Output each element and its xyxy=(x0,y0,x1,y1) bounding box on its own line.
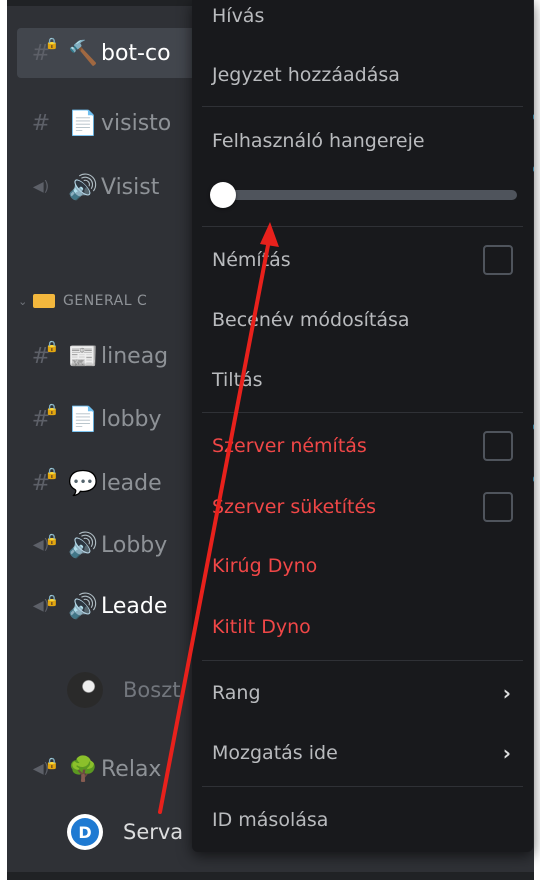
speech-bubble-icon: 💬 xyxy=(68,469,98,497)
lock-icon: 🔒 xyxy=(45,533,59,546)
voice-channel-icon: ◀) 🔒 xyxy=(32,533,59,553)
menu-item-label: Mozgatás ide xyxy=(212,742,338,764)
chevron-down-icon: ⌄ xyxy=(18,294,28,308)
voice-channel-icon: ◀) 🔒 xyxy=(32,757,59,777)
user-volume-slider[interactable] xyxy=(210,182,519,208)
menu-item-label: Tiltás xyxy=(212,369,263,391)
channel-name: visisto xyxy=(101,110,172,136)
menu-divider xyxy=(202,660,523,661)
channel-bot-commands[interactable]: # 🔒 🔨 bot-co xyxy=(17,28,197,78)
lock-icon: 🔒 xyxy=(45,339,59,353)
channel-name: Lobby xyxy=(101,532,168,558)
channel-leaderboard-text[interactable]: # 🔒 💬 leade xyxy=(17,458,197,508)
menu-item-add-note[interactable]: Jegyzet hozzáadása xyxy=(212,55,517,95)
channel-name: lobby xyxy=(101,406,162,432)
text-channel-icon: # 🔒 xyxy=(31,402,59,432)
menu-item-label: Hívás xyxy=(212,5,265,27)
menu-item-label: Szerver süketítés xyxy=(212,496,377,518)
menu-item-server-deafen[interactable]: Szerver süketítés xyxy=(212,487,517,527)
menu-item-move-to[interactable]: Mozgatás ide › xyxy=(212,733,517,773)
menu-divider xyxy=(202,412,523,413)
page-icon: 📄 xyxy=(68,109,98,137)
category-name: GENERAL C xyxy=(63,293,148,309)
menu-item-label: Rang xyxy=(212,682,261,704)
voice-channel-icon: ◀) xyxy=(32,179,50,195)
chevron-right-icon: › xyxy=(502,681,511,705)
channel-leaderboard-voice[interactable]: ◀) 🔒 🔊 Leade xyxy=(17,581,197,631)
menu-item-kick[interactable]: Kirúg Dyno xyxy=(212,546,517,586)
channel-name: lineag xyxy=(101,343,169,369)
menu-item-copy-id[interactable]: ID másolása xyxy=(212,800,517,840)
channel-name: Visist xyxy=(101,174,160,200)
lock-icon: 🔒 xyxy=(45,36,59,50)
menu-item-label: Szerver némítás xyxy=(212,435,367,457)
speaker-icon: 🔊 xyxy=(68,531,98,559)
slider-handle[interactable] xyxy=(210,182,236,208)
menu-item-label: Kitilt Dyno xyxy=(212,616,311,638)
text-channel-icon: # 🔒 xyxy=(31,36,59,66)
channel-name: Relax xyxy=(101,756,162,782)
text-channel-icon: # 🔒 xyxy=(31,339,59,369)
menu-item-label: Becenév módosítása xyxy=(212,309,410,331)
avatar xyxy=(67,672,103,708)
menu-item-user-volume: Felhasználó hangereje xyxy=(212,121,517,161)
menu-item-call[interactable]: Hívás xyxy=(212,0,517,36)
voice-user-servant[interactable]: D Serva xyxy=(67,808,207,856)
menu-divider xyxy=(202,106,523,107)
chevron-right-icon: › xyxy=(502,741,511,765)
speaker-icon: 🔊 xyxy=(68,592,98,620)
menu-item-label: Felhasználó hangereje xyxy=(212,130,425,152)
lock-icon: 🔒 xyxy=(45,594,59,607)
page-icon: 📄 xyxy=(68,405,98,433)
avatar: D xyxy=(67,814,103,850)
voice-user-name: Serva xyxy=(123,820,184,844)
menu-item-server-mute[interactable]: Szerver némítás xyxy=(212,426,517,466)
menu-item-ban[interactable]: Kitilt Dyno xyxy=(212,607,517,647)
menu-item-mute[interactable]: Némítás xyxy=(212,240,517,280)
menu-item-label: ID másolása xyxy=(212,809,329,831)
slider-track xyxy=(214,190,517,200)
lock-icon: 🔒 xyxy=(45,757,59,770)
menu-divider xyxy=(202,226,523,227)
channel-lineage[interactable]: # 🔒 📰 lineag xyxy=(17,331,197,381)
speaker-icon: 🔊 xyxy=(68,173,98,201)
menu-item-change-nickname[interactable]: Becenév módosítása xyxy=(212,300,517,340)
category-general[interactable]: ⌄ GENERAL C xyxy=(13,288,147,314)
voice-user-name: Boszt xyxy=(123,678,181,702)
menu-item-label: Jegyzet hozzáadása xyxy=(212,64,400,86)
menu-item-role[interactable]: Rang › xyxy=(212,673,517,713)
channel-lobby-voice[interactable]: ◀) 🔒 🔊 Lobby xyxy=(17,520,197,570)
server-mute-checkbox[interactable] xyxy=(483,431,513,461)
channel-lobby-text[interactable]: # 🔒 📄 lobby xyxy=(17,394,197,444)
lock-icon: 🔒 xyxy=(45,402,59,416)
newspaper-icon: 📰 xyxy=(68,342,98,370)
channel-visitors-text[interactable]: # 📄 visisto xyxy=(17,98,197,148)
folder-icon xyxy=(33,294,55,308)
menu-item-label: Kirúg Dyno xyxy=(212,555,318,577)
channel-relax-voice[interactable]: ◀) 🔒 🌳 Relax xyxy=(17,744,197,794)
user-context-menu: Hívás Jegyzet hozzáadása Felhasználó han… xyxy=(192,0,533,852)
channel-list: # 🔒 🔨 bot-co # 📄 visisto ◀) 🔊 Visist ⌄ GE… xyxy=(7,6,207,872)
tree-icon: 🌳 xyxy=(68,755,98,783)
mute-checkbox[interactable] xyxy=(483,245,513,275)
hammer-icon: 🔨 xyxy=(68,39,98,67)
voice-user-boszt[interactable]: Boszt xyxy=(67,666,207,714)
text-channel-icon: # xyxy=(31,110,51,136)
voice-channel-icon: ◀) 🔒 xyxy=(32,594,59,614)
menu-item-block[interactable]: Tiltás xyxy=(212,360,517,400)
lock-icon: 🔒 xyxy=(45,466,59,480)
channel-name: leade xyxy=(101,470,162,496)
channel-name: bot-co xyxy=(101,40,171,66)
menu-item-label: Némítás xyxy=(212,249,291,271)
dyno-logo-icon: D xyxy=(71,818,99,846)
server-deafen-checkbox[interactable] xyxy=(483,492,513,522)
menu-divider xyxy=(202,786,523,787)
channel-name: Leade xyxy=(101,593,168,619)
text-channel-icon: # 🔒 xyxy=(31,466,59,496)
channel-visitors-voice[interactable]: ◀) 🔊 Visist xyxy=(17,162,197,212)
bottom-strip xyxy=(7,872,534,880)
